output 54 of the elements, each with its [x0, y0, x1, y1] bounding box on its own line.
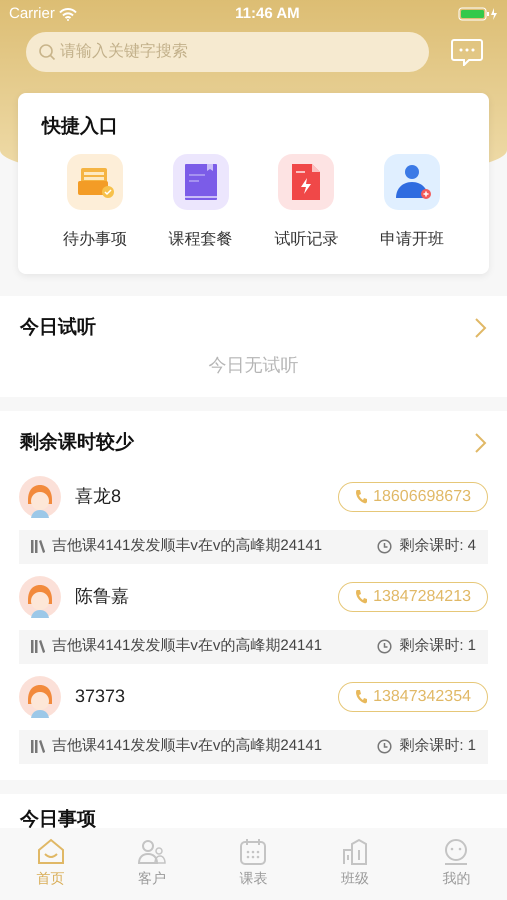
folder-check-icon [66, 154, 123, 210]
phone-icon [355, 489, 368, 504]
books-icon [31, 740, 45, 753]
calendar-icon [238, 838, 268, 866]
phone-icon [355, 689, 368, 704]
avatar-icon [19, 476, 61, 518]
phone-button[interactable]: 13847284213 [338, 582, 488, 612]
clock-icon [377, 639, 392, 654]
tab-item[interactable]: 我的 [406, 838, 507, 900]
avatar-icon [19, 676, 61, 718]
document-bolt-icon [278, 154, 334, 210]
section-title: 今日试听 [20, 316, 96, 340]
quick-entry-label[interactable]: 课程套餐 [168, 228, 233, 252]
section-title: 剩余课时较少 [20, 431, 134, 455]
avatar-icon [19, 576, 61, 618]
quick-entry-label[interactable]: 试听记录 [274, 228, 338, 252]
tab-item[interactable]: 班级 [304, 838, 406, 900]
remaining-hours: 剩余课时: 4 [399, 536, 476, 556]
chevron-right-icon[interactable] [473, 316, 487, 339]
remaining-hours: 剩余课时: 1 [399, 736, 476, 756]
phone-button[interactable]: 13847342354 [338, 682, 488, 712]
empty-message: 今日无试听 [208, 354, 298, 377]
clock-icon [377, 739, 392, 754]
wifi-icon [58, 8, 77, 20]
carrier-label: Carrier [9, 4, 55, 24]
books-icon [31, 540, 45, 553]
student-name: 37373 [75, 685, 126, 708]
card-title: 快捷入口 [42, 114, 119, 139]
book-icon [172, 154, 229, 210]
quick-entry-label[interactable]: 待办事项 [62, 228, 127, 252]
message-icon[interactable] [451, 38, 483, 66]
course-name: 吉他课4141发发顺丰v在v的高峰期24141 [52, 536, 322, 556]
quick-entry-label[interactable]: 申请开班 [380, 228, 444, 252]
search-icon [38, 43, 56, 61]
home-icon [36, 838, 66, 866]
person-add-icon [384, 154, 440, 210]
course-name: 吉他课4141发发顺丰v在v的高峰期24141 [52, 636, 322, 656]
tab-item[interactable]: 客户 [101, 838, 203, 900]
people-icon [137, 838, 168, 866]
tab-item[interactable]: 首页 [0, 838, 102, 900]
chevron-right-icon[interactable] [473, 432, 487, 454]
phone-button[interactable]: 18606698673 [338, 482, 488, 512]
phone-icon [355, 589, 368, 604]
books-icon [31, 640, 45, 653]
battery-icon [458, 7, 498, 21]
remaining-hours: 剩余课时: 1 [399, 636, 476, 656]
clock-icon [377, 539, 392, 554]
student-name: 陈鲁嘉 [75, 585, 129, 608]
section-title: 今日事项 [20, 808, 96, 830]
search-field[interactable]: 请输入关键字搜索 [26, 32, 429, 72]
tab-item[interactable]: 课表 [202, 838, 304, 900]
student-name: 喜龙8 [75, 485, 122, 508]
course-name: 吉他课4141发发顺丰v在v的高峰期24141 [52, 736, 322, 756]
status-time: 11:46 AM [235, 4, 300, 24]
